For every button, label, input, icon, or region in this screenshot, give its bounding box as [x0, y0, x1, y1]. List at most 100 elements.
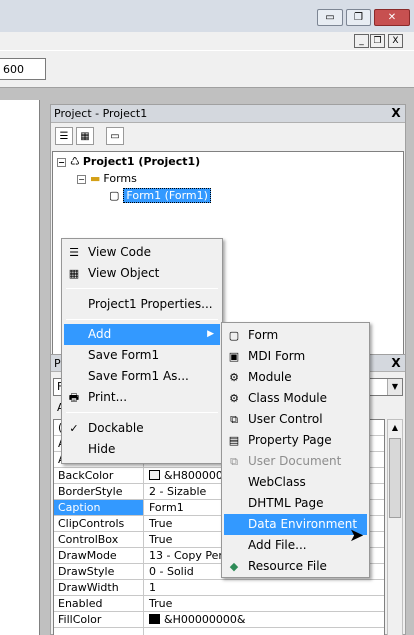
property-row[interactable]	[54, 628, 384, 635]
minimize-button[interactable]: ▭	[317, 9, 343, 26]
color-swatch	[149, 614, 160, 624]
form-canvas[interactable]	[0, 100, 40, 635]
class-module-icon: ⚙	[229, 392, 239, 405]
module-icon: ⚙	[229, 371, 239, 384]
submenu-item-user-document[interactable]: ⧉ User Document	[224, 451, 367, 472]
close-icon[interactable]: X	[389, 106, 403, 120]
menu-item-print[interactable]: 🖶 Print...	[64, 387, 220, 408]
submenu-item-add-file[interactable]: Add File...	[224, 535, 367, 556]
property-name: DrawStyle	[54, 564, 144, 579]
tree-node-form1[interactable]: ▢ Form1 (Form1)	[109, 188, 211, 203]
tree-node-project[interactable]: − ♺ Project1 (Project1)	[57, 155, 200, 168]
mouse-cursor-icon: ➤	[349, 525, 365, 546]
submenu-item-form[interactable]: ▢ Form	[224, 325, 367, 346]
printer-icon: 🖶	[68, 391, 80, 404]
submenu-item-user-control[interactable]: ⧉ User Control	[224, 409, 367, 430]
restore-icon: ❐	[354, 12, 363, 23]
properties-scrollbar[interactable]: ▲	[387, 419, 403, 635]
scroll-thumb[interactable]	[389, 438, 401, 518]
add-submenu: ▢ Form ▣ MDI Form ⚙ Module ⚙ Class Modul…	[221, 322, 370, 578]
toolbar-value-field[interactable]: 600	[0, 58, 46, 80]
close-icon[interactable]: X	[389, 356, 403, 370]
menu-item-view-object[interactable]: ▦ View Object	[64, 263, 220, 284]
submenu-item-class-module[interactable]: ⚙ Class Module	[224, 388, 367, 409]
property-name: BackColor	[54, 468, 144, 483]
mdi-form-icon: ▣	[228, 350, 240, 363]
restore-icon: ❐	[373, 36, 382, 46]
menu-item-hide[interactable]: Hide	[64, 439, 220, 460]
property-name: ClipControls	[54, 516, 144, 531]
window-titlebar: ▭ ❐ ✕	[0, 0, 414, 32]
code-icon: ☰	[69, 246, 79, 259]
scroll-up-icon[interactable]: ▲	[388, 420, 402, 435]
folder-icon: ▬	[90, 172, 101, 185]
project-icon: ♺	[70, 155, 80, 168]
property-row[interactable]: DrawWidth 1	[54, 580, 384, 596]
user-document-icon: ⧉	[230, 455, 238, 468]
project-explorer-titlebar: Project - Project1 X	[51, 105, 405, 123]
property-name: ControlBox	[54, 532, 144, 547]
submenu-arrow-icon: ▶	[207, 329, 214, 339]
minimize-icon: ▭	[325, 12, 335, 23]
submenu-item-data-environment[interactable]: Data Environment	[224, 514, 367, 535]
resource-file-icon: ◆	[229, 560, 239, 573]
menubar: _ ❐ X	[0, 32, 414, 50]
form-icon: ▢	[228, 329, 240, 342]
menu-item-project-properties[interactable]: Project1 Properties...	[64, 294, 220, 315]
checkmark-icon: ✓	[69, 422, 79, 435]
submenu-item-mdi-form[interactable]: ▣ MDI Form	[224, 346, 367, 367]
mdi-minimize-button[interactable]: _	[354, 34, 369, 48]
project-explorer-title: Project - Project1	[54, 107, 148, 120]
toggle-folders-button[interactable]: ▭	[106, 127, 124, 145]
property-name: DrawWidth	[54, 580, 144, 595]
restore-button[interactable]: ❐	[346, 9, 371, 26]
minimize-icon: _	[359, 36, 364, 46]
object-icon: ▦	[80, 130, 90, 142]
menu-item-view-code[interactable]: ☰ View Code	[64, 242, 220, 263]
property-name: BorderStyle	[54, 484, 144, 499]
context-menu: ☰ View Code ▦ View Object Project1 Prope…	[61, 238, 223, 464]
designer-area	[0, 88, 50, 635]
menu-item-save-form[interactable]: Save Form1	[64, 345, 220, 366]
view-code-toolbar-button[interactable]: ☰	[55, 127, 73, 145]
mdi-close-button[interactable]: X	[388, 34, 403, 48]
tree-node-forms[interactable]: − ▬ Forms	[77, 172, 137, 185]
object-icon: ▦	[68, 267, 80, 280]
submenu-item-dhtml-page[interactable]: DHTML Page	[224, 493, 367, 514]
property-name: FillColor	[54, 612, 144, 627]
submenu-item-module[interactable]: ⚙ Module	[224, 367, 367, 388]
property-page-icon: ▤	[228, 434, 240, 447]
property-value-text: &H00000000&	[164, 613, 246, 626]
chevron-down-icon[interactable]: ▼	[387, 379, 402, 395]
submenu-item-webclass[interactable]: WebClass	[224, 472, 367, 493]
collapse-icon[interactable]: −	[57, 157, 66, 167]
view-object-toolbar-button[interactable]: ▦	[76, 127, 94, 145]
property-value[interactable]: &H00000000&	[145, 612, 384, 627]
menu-item-dockable[interactable]: ✓ Dockable	[64, 418, 220, 439]
property-name: Enabled	[54, 596, 144, 611]
menu-item-add[interactable]: Add ▶	[64, 324, 220, 345]
submenu-item-property-page[interactable]: ▤ Property Page	[224, 430, 367, 451]
submenu-item-resource-file[interactable]: ◆ Resource File	[224, 556, 367, 577]
form-icon: ▢	[109, 189, 120, 202]
property-name: DrawMode	[54, 548, 144, 563]
mdi-restore-button[interactable]: ❐	[370, 34, 385, 48]
collapse-icon[interactable]: −	[77, 174, 86, 184]
toolbar: 600	[0, 50, 414, 88]
user-control-icon: ⧉	[230, 413, 238, 426]
property-row[interactable]: FillColor &H00000000&	[54, 612, 384, 628]
menu-separator	[66, 412, 218, 413]
menu-separator	[66, 319, 218, 320]
folder-icon: ▭	[110, 130, 120, 142]
close-button[interactable]: ✕	[374, 9, 410, 26]
property-value[interactable]: 1	[145, 580, 384, 595]
property-value[interactable]	[145, 628, 384, 635]
close-icon: ✕	[387, 12, 397, 23]
menu-separator	[66, 288, 218, 289]
property-name	[54, 628, 144, 635]
menu-item-save-form-as[interactable]: Save Form1 As...	[64, 366, 220, 387]
property-value[interactable]: True	[145, 596, 384, 611]
property-row[interactable]: Enabled True	[54, 596, 384, 612]
code-icon: ☰	[59, 130, 69, 142]
property-name: Caption	[54, 500, 144, 515]
